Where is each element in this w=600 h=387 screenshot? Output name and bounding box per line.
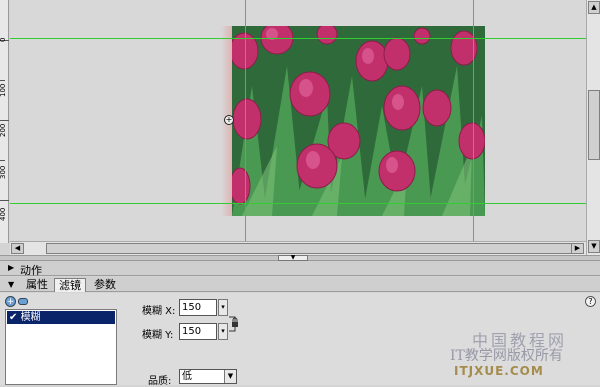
watermark: 中国教程网 IT教学网版权所有 ITJXUE.COM — [450, 325, 600, 385]
guide-line-vertical[interactable] — [245, 0, 246, 241]
filter-list-item[interactable]: ✔ 模糊 — [7, 311, 115, 324]
ruler-label: 200 — [0, 123, 7, 137]
blur-y-spinner[interactable]: ▾ — [218, 323, 228, 340]
tulip-photo[interactable] — [232, 26, 485, 216]
help-icon[interactable]: ? — [585, 296, 596, 307]
horizontal-scroll-thumb[interactable] — [46, 243, 584, 254]
guide-line-vertical[interactable] — [473, 0, 474, 241]
ruler-label: 0 — [0, 37, 7, 43]
ruler-tick — [0, 200, 9, 201]
scroll-left-icon[interactable]: ◀ — [11, 243, 24, 254]
filter-item-label: 模糊 — [20, 312, 41, 323]
blur-x-field[interactable]: 150 — [179, 299, 217, 316]
stage-canvas[interactable]: + — [10, 0, 586, 241]
actions-panel-title: 动作 — [20, 264, 42, 277]
tab-filters[interactable]: 滤镜 — [54, 278, 86, 292]
guide-line-horizontal[interactable] — [10, 38, 586, 39]
actions-panel-header[interactable]: ▶ 动作 — [0, 261, 600, 277]
tab-parameters[interactable]: 参数 — [90, 278, 120, 292]
scroll-down-icon[interactable]: ▼ — [588, 240, 600, 253]
collapse-triangle-icon[interactable]: ▼ — [8, 280, 14, 289]
vertical-scroll-thumb[interactable] — [588, 90, 600, 160]
blur-y-label: 模糊 Y: — [142, 330, 174, 341]
expand-triangle-icon[interactable]: ▶ — [8, 263, 14, 272]
minus-icon[interactable] — [18, 298, 28, 305]
blur-y-field[interactable]: 150 — [179, 323, 217, 340]
vertical-ruler: 0 100 200 300 400 — [0, 0, 9, 243]
plus-icon[interactable]: + — [5, 296, 16, 307]
blur-x-spinner[interactable]: ▾ — [218, 299, 228, 316]
guide-line-horizontal[interactable] — [10, 203, 586, 204]
scroll-right-icon[interactable]: ▶ — [571, 243, 584, 254]
chevron-down-icon[interactable]: ▼ — [224, 370, 236, 383]
quality-select-value: 低 — [182, 371, 192, 382]
blur-x-label: 模糊 X: — [142, 306, 176, 317]
tab-properties[interactable]: 属性 — [22, 278, 52, 292]
quality-select[interactable]: 低 ▼ — [179, 369, 237, 384]
watermark-line-2: IT教学网版权所有 — [450, 348, 563, 364]
watermark-line-3: ITJXUE.COM — [454, 364, 544, 378]
tulip-image — [232, 26, 485, 216]
ruler-label: 400 — [0, 207, 7, 221]
lock-icon[interactable] — [229, 315, 241, 333]
ruler-label: 100 — [0, 83, 7, 97]
scroll-up-icon[interactable]: ▲ — [588, 1, 600, 14]
horizontal-scrollbar[interactable]: ◀ ▶ — [10, 241, 586, 255]
registration-point-icon[interactable]: + — [224, 115, 234, 125]
ruler-label: 300 — [0, 165, 7, 179]
filter-list[interactable]: ✔ 模糊 — [5, 309, 117, 385]
properties-tab-bar: ▼ 属性 滤镜 参数 — [0, 277, 600, 292]
vertical-scrollbar[interactable]: ▲ ▼ — [586, 0, 600, 255]
